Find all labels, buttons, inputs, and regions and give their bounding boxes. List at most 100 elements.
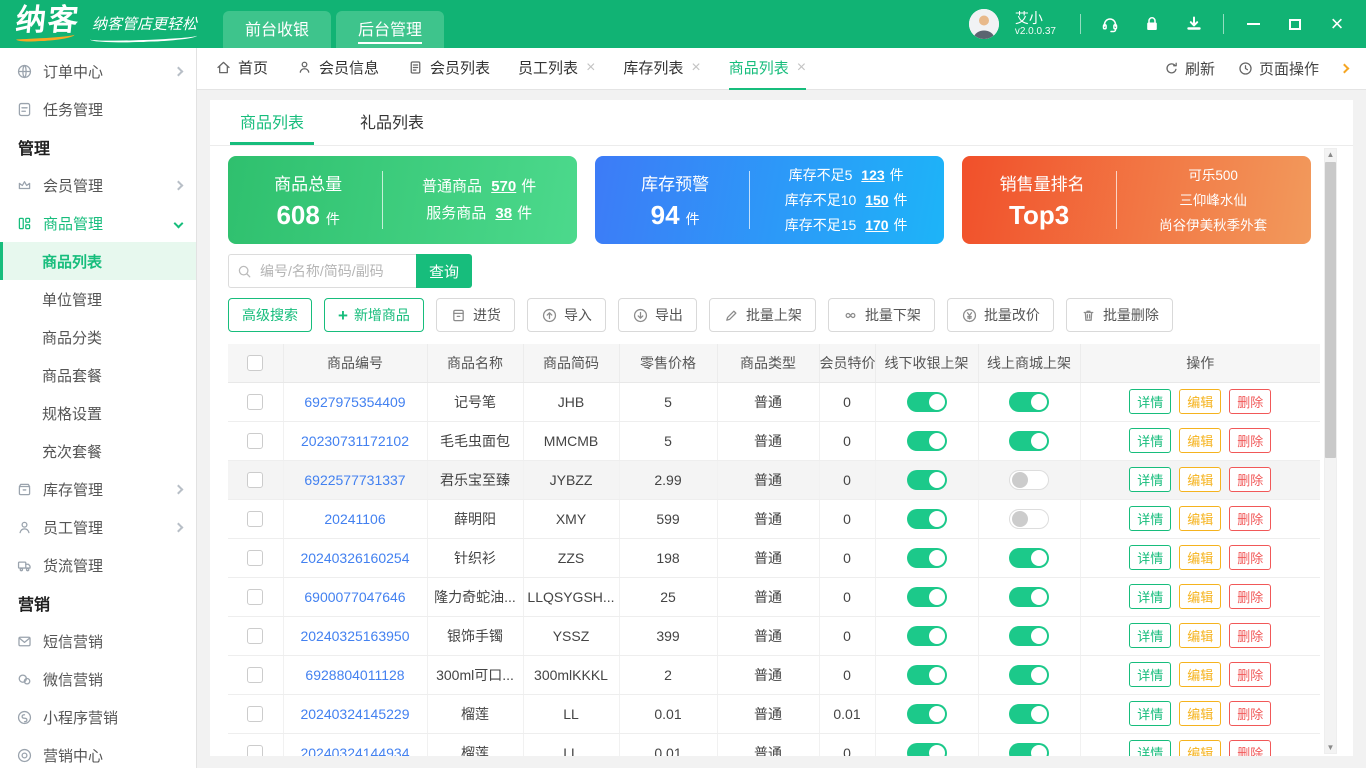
offline-shelf-toggle[interactable] <box>906 469 947 490</box>
product-code-link[interactable]: 20240325163950 <box>300 628 409 644</box>
avatar[interactable] <box>968 9 999 39</box>
sidebar-item[interactable]: 营销中心 <box>0 736 196 768</box>
row-checkbox[interactable] <box>247 745 264 756</box>
product-code-link[interactable]: 20240326160254 <box>300 550 409 566</box>
sidebar-item[interactable]: 短信营销 <box>0 622 196 660</box>
row-checkbox[interactable] <box>247 589 264 606</box>
tab-close-icon[interactable]: × <box>691 59 700 77</box>
user-info[interactable]: 艾小 v2.0.0.37 <box>1015 10 1056 38</box>
row-checkbox[interactable] <box>247 628 264 645</box>
search-input[interactable] <box>228 254 416 288</box>
sidebar-item[interactable]: 任务管理 <box>0 90 196 128</box>
row-action-button[interactable]: 删除 <box>1229 701 1272 726</box>
row-checkbox[interactable] <box>247 511 264 528</box>
page-tab[interactable]: 员工列表 × <box>518 48 595 90</box>
product-code-link[interactable]: 20240324145229 <box>300 706 409 722</box>
titlebar-nav-tab[interactable]: 后台管理 <box>336 11 445 48</box>
panel-scrollbar[interactable]: ▲ ▼ <box>1324 148 1337 754</box>
sidebar-item[interactable]: 库存管理 <box>0 470 196 508</box>
row-action-button[interactable]: 编辑 <box>1179 662 1222 687</box>
row-checkbox[interactable] <box>247 394 264 411</box>
customer-service-icon[interactable] <box>1097 14 1123 34</box>
online-shelf-toggle[interactable] <box>1009 430 1049 451</box>
row-checkbox[interactable] <box>247 706 264 723</box>
sidebar-item[interactable]: 小程序营销 <box>0 698 196 736</box>
product-code-link[interactable]: 20241106 <box>324 511 385 527</box>
online-shelf-toggle[interactable] <box>1009 508 1049 529</box>
offline-shelf-toggle[interactable] <box>906 586 947 607</box>
row-action-button[interactable]: 详情 <box>1129 467 1172 492</box>
offline-shelf-toggle[interactable] <box>906 742 947 756</box>
page-actions-button[interactable]: 页面操作 <box>1237 58 1319 79</box>
row-action-button[interactable]: 编辑 <box>1179 545 1222 570</box>
scroll-up-icon[interactable]: ▲ <box>1327 149 1335 160</box>
row-action-button[interactable]: 删除 <box>1229 545 1272 570</box>
row-action-button[interactable]: 删除 <box>1229 428 1272 453</box>
row-action-button[interactable]: 详情 <box>1129 740 1172 756</box>
online-shelf-toggle[interactable] <box>1009 664 1049 685</box>
row-action-button[interactable]: 编辑 <box>1179 389 1222 414</box>
download-icon[interactable] <box>1181 14 1207 34</box>
offline-shelf-toggle[interactable] <box>906 625 947 646</box>
row-action-button[interactable]: 删除 <box>1229 467 1272 492</box>
page-tab[interactable]: 首页 <box>215 48 268 90</box>
row-action-button[interactable]: 编辑 <box>1179 701 1222 726</box>
refresh-button[interactable]: 刷新 <box>1163 58 1215 79</box>
tab-close-icon[interactable]: × <box>797 59 806 77</box>
offline-shelf-toggle[interactable] <box>906 430 947 451</box>
select-all-checkbox[interactable] <box>247 355 264 372</box>
row-action-button[interactable]: 删除 <box>1229 389 1272 414</box>
online-shelf-toggle[interactable] <box>1009 586 1049 607</box>
online-shelf-toggle[interactable] <box>1009 625 1049 646</box>
toolbar-button[interactable]: 批量上架 <box>708 298 816 332</box>
toolbar-button[interactable]: 进货 <box>435 298 515 332</box>
scrollbar-thumb[interactable] <box>1325 162 1336 458</box>
row-checkbox[interactable] <box>247 472 264 489</box>
row-checkbox[interactable] <box>247 667 264 684</box>
close-button[interactable]: × <box>1324 11 1350 37</box>
sidebar-subitem[interactable]: 商品套餐 <box>0 356 196 394</box>
toolbar-button[interactable]: + 新增商品 <box>324 298 424 332</box>
sidebar-subitem[interactable]: 规格设置 <box>0 394 196 432</box>
row-action-button[interactable]: 编辑 <box>1179 428 1222 453</box>
sidebar-subitem[interactable]: 商品分类 <box>0 318 196 356</box>
row-action-button[interactable]: 删除 <box>1229 506 1272 531</box>
minimize-button[interactable] <box>1240 11 1266 37</box>
query-button[interactable]: 查询 <box>416 254 472 288</box>
page-tab[interactable]: 会员信息 <box>296 48 379 90</box>
row-action-button[interactable]: 删除 <box>1229 584 1272 609</box>
panel-tab[interactable]: 礼品列表 <box>350 100 434 145</box>
row-action-button[interactable]: 详情 <box>1129 506 1172 531</box>
sidebar-subitem[interactable]: 商品列表 <box>0 242 196 280</box>
row-action-button[interactable]: 详情 <box>1129 545 1172 570</box>
toolbar-button[interactable]: 批量下架 <box>827 298 935 332</box>
page-tab[interactable]: 会员列表 <box>407 48 490 90</box>
row-action-button[interactable]: 编辑 <box>1179 623 1222 648</box>
product-code-link[interactable]: 6928804011128 <box>305 667 404 683</box>
page-tab[interactable]: 库存列表 × <box>623 48 700 90</box>
sidebar-item[interactable]: 微信营销 <box>0 660 196 698</box>
online-shelf-toggle[interactable] <box>1009 391 1049 412</box>
page-tab[interactable]: 商品列表 × <box>728 48 807 90</box>
row-action-button[interactable]: 编辑 <box>1179 467 1222 492</box>
row-action-button[interactable]: 详情 <box>1129 428 1172 453</box>
sidebar-item[interactable]: 会员管理 <box>0 166 196 204</box>
scroll-down-icon[interactable]: ▼ <box>1327 742 1335 753</box>
product-code-link[interactable]: 20230731172102 <box>301 433 409 449</box>
row-checkbox[interactable] <box>247 550 264 567</box>
online-shelf-toggle[interactable] <box>1009 469 1049 490</box>
sidebar-subitem[interactable]: 单位管理 <box>0 280 196 318</box>
product-code-link[interactable]: 20240324144934 <box>300 745 409 757</box>
toolbar-button[interactable]: 导入 <box>526 298 606 332</box>
offline-shelf-toggle[interactable] <box>906 664 947 685</box>
product-code-link[interactable]: 6922577731337 <box>304 472 405 488</box>
row-action-button[interactable]: 详情 <box>1129 662 1172 687</box>
panel-tab[interactable]: 商品列表 <box>230 100 315 145</box>
offline-shelf-toggle[interactable] <box>906 508 947 529</box>
row-action-button[interactable]: 编辑 <box>1179 584 1222 609</box>
online-shelf-toggle[interactable] <box>1009 742 1049 756</box>
sidebar-item[interactable]: 商品管理 <box>0 204 196 242</box>
product-code-link[interactable]: 6927975354409 <box>304 394 405 410</box>
sidebar-item[interactable]: 货流管理 <box>0 546 196 584</box>
sidebar-subitem[interactable]: 充次套餐 <box>0 432 196 470</box>
